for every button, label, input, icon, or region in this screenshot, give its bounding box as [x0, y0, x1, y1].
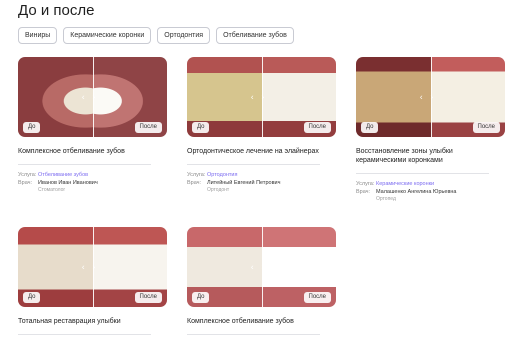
- before-label: До: [192, 122, 210, 133]
- arrow-right-icon: ›: [430, 92, 442, 102]
- after-label: После: [134, 122, 162, 133]
- doctor-name[interactable]: Иванов Иван Иванович: [38, 179, 98, 187]
- arrow-left-icon: ‹: [81, 262, 93, 272]
- before-label: До: [23, 292, 41, 303]
- service-label: Услуга:: [356, 181, 375, 187]
- doctor-role: Стоматолог: [38, 187, 66, 193]
- slider-handle[interactable]: ‹›: [82, 263, 103, 272]
- filter-chip-veneers[interactable]: Виниры: [18, 27, 58, 44]
- divider: [356, 173, 489, 174]
- arrow-right-icon: ›: [92, 262, 104, 272]
- case-title[interactable]: Комплексное отбеливание зубов: [187, 317, 336, 326]
- case-title[interactable]: Комплексное отбеливание зубов: [18, 147, 167, 156]
- doctor-label: Врач:: [187, 180, 202, 186]
- arrow-right-icon: ›: [261, 262, 273, 272]
- case-card[interactable]: ‹› До После Тотальная реставрация улыбки: [18, 227, 167, 335]
- case-title[interactable]: Восстановление зоны улыбки керамическими…: [356, 147, 505, 165]
- filter-chip-orthodontics[interactable]: Ортодонтия: [157, 27, 211, 44]
- service-label: Услуга:: [18, 172, 37, 178]
- before-after-slider[interactable]: ‹› До После: [187, 227, 336, 307]
- divider: [187, 334, 320, 335]
- case-info: Услуга: Ортодонтия Врач: Литейный Евгений …: [187, 171, 336, 194]
- service-link[interactable]: Отбеливание зубов: [38, 171, 88, 179]
- divider: [18, 164, 151, 165]
- filter-bar: Виниры Керамические коронки Ортодонтия О…: [18, 27, 294, 44]
- page-title: До и после: [18, 2, 95, 19]
- before-after-slider[interactable]: ‹› До После: [18, 227, 167, 307]
- doctor-label: Врач:: [356, 189, 371, 195]
- filter-chip-ceramic-crowns[interactable]: Керамические коронки: [63, 27, 152, 44]
- doctor-name[interactable]: Литейный Евгений Петрович: [207, 179, 280, 187]
- case-card[interactable]: ‹› До После Ортодонтическое лечение на э…: [187, 57, 336, 194]
- doctor-label: Врач:: [18, 180, 33, 186]
- arrow-right-icon: ›: [261, 92, 273, 102]
- arrow-right-icon: ›: [92, 92, 104, 102]
- after-label: После: [303, 292, 331, 303]
- service-label: Услуга:: [187, 172, 206, 178]
- case-info: Услуга: Керамические коронки Врач: Малашен…: [356, 180, 505, 203]
- doctor-name[interactable]: Малашенко Ангелина Юрьевна: [376, 188, 456, 196]
- doctor-role: Ортопед: [376, 196, 396, 202]
- slider-handle[interactable]: ‹›: [251, 263, 272, 272]
- before-after-slider[interactable]: ‹› До После: [18, 57, 167, 137]
- arrow-left-icon: ‹: [419, 92, 431, 102]
- divider: [187, 164, 320, 165]
- slider-handle[interactable]: ‹›: [420, 93, 441, 102]
- case-card[interactable]: ‹› До После Восстановление зоны улыбки к…: [356, 57, 505, 203]
- case-title[interactable]: Тотальная реставрация улыбки: [18, 317, 167, 326]
- case-card[interactable]: ‹› До После Комплексное отбеливание зубо…: [18, 57, 167, 194]
- before-label: До: [361, 122, 379, 133]
- service-link[interactable]: Ортодонтия: [207, 171, 238, 179]
- after-label: После: [134, 292, 162, 303]
- before-label: До: [23, 122, 41, 133]
- service-link[interactable]: Керамические коронки: [376, 180, 434, 188]
- before-after-slider[interactable]: ‹› До После: [356, 57, 505, 137]
- arrow-left-icon: ‹: [250, 92, 262, 102]
- before-after-slider[interactable]: ‹› До После: [187, 57, 336, 137]
- after-label: После: [303, 122, 331, 133]
- slider-handle[interactable]: ‹›: [251, 93, 272, 102]
- arrow-left-icon: ‹: [81, 92, 93, 102]
- arrow-left-icon: ‹: [250, 262, 262, 272]
- case-info: Услуга: Отбеливание зубов Врач: Иванов Ива…: [18, 171, 167, 194]
- case-card[interactable]: ‹› До После Комплексное отбеливание зубо…: [187, 227, 336, 335]
- doctor-role: Ортодонт: [207, 187, 230, 193]
- case-title[interactable]: Ортодонтическое лечение на элайнерах: [187, 147, 336, 156]
- slider-handle[interactable]: ‹›: [82, 93, 103, 102]
- divider: [18, 334, 151, 335]
- after-label: После: [472, 122, 500, 133]
- before-label: До: [192, 292, 210, 303]
- filter-chip-whitening[interactable]: Отбеливание зубов: [216, 27, 294, 44]
